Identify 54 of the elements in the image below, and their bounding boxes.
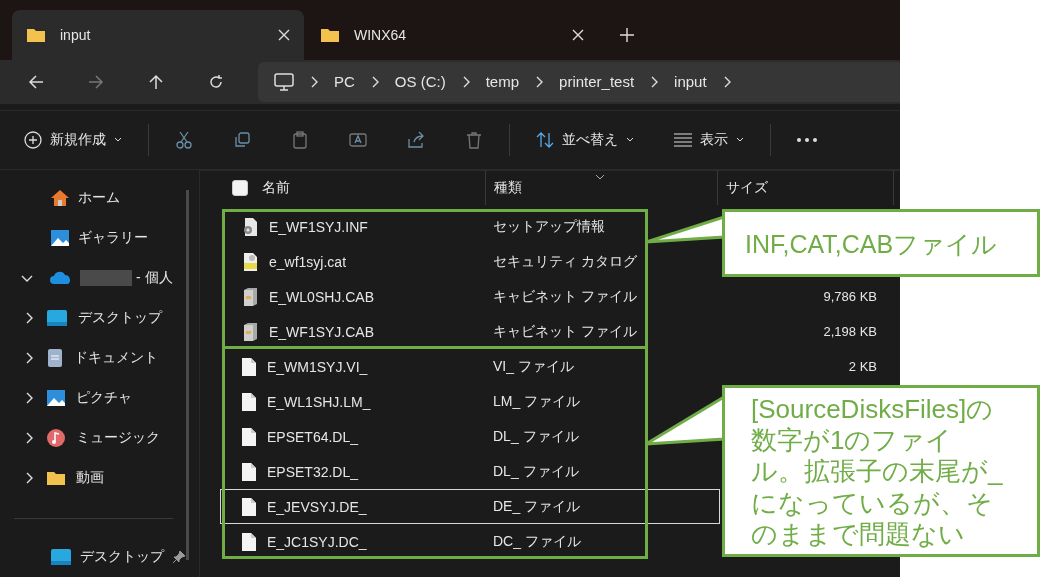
column-header[interactable]: 名前 — [262, 179, 290, 197]
sidebar-item[interactable]: 動画 — [0, 458, 184, 498]
file-type: セットアップ情報 — [493, 217, 605, 234]
file-type: キャビネット ファイル — [493, 287, 637, 304]
sidebar-item[interactable]: ドキュメント — [0, 338, 184, 378]
file-type: キャビネット ファイル — [493, 322, 637, 339]
column-header[interactable]: サイズ — [726, 179, 768, 197]
file-size: 9,786 KB — [823, 289, 877, 304]
file-name: E_WF1SYJ.INF — [269, 218, 368, 235]
sidebar-item[interactable]: デスクトップ — [0, 537, 184, 577]
file-row[interactable]: E_WM1SYJ.VI_ VI_ ファイル 2 KB — [220, 349, 900, 384]
file-name: E_WM1SYJ.VI_ — [267, 358, 368, 375]
file-name: EPSET64.DL_ — [267, 428, 359, 445]
file-name: e_wf1syj.cat — [269, 253, 347, 270]
sidebar-item[interactable]: ギャラリー — [0, 218, 184, 258]
file-type: DL_ ファイル — [493, 427, 579, 444]
file-type: DC_ ファイル — [493, 532, 581, 549]
breadcrumb-item[interactable]: OS (C:) — [394, 73, 446, 91]
file-name: EPSET32.DL_ — [267, 463, 359, 480]
tab[interactable]: input — [12, 9, 304, 60]
file-type: LM_ ファイル — [493, 392, 581, 409]
file-name: E_WL0SHJ.CAB — [269, 288, 375, 305]
breadcrumb-item[interactable]: printer_test — [559, 73, 635, 91]
sidebar-item[interactable]: - 個人 — [0, 258, 184, 298]
file-row[interactable]: E_JC1SYJ.DC_ DC_ ファイル — [220, 524, 720, 559]
file-row[interactable]: EPSET32.DL_ DL_ ファイル — [220, 454, 720, 489]
file-type: DL_ ファイル — [493, 462, 579, 479]
file-row[interactable]: E_WL0SHJ.CAB キャビネット ファイル 9,786 KB — [220, 279, 900, 314]
sort-button[interactable]: 並べ替え — [536, 127, 634, 154]
address-bar[interactable]: PC OS (C:) temp printer_test input — [258, 61, 900, 102]
callout-note: [SourceDisksFiles]の数字が1のファイル。拡張子の末尾が_になっているが、そのままで問題ない — [722, 385, 1040, 557]
column-header[interactable]: 種類 — [494, 179, 522, 197]
file-row[interactable]: E_JEVSYJ.DE_ DE_ ファイル — [220, 489, 720, 524]
file-row[interactable]: e_wf1syj.cat セキュリティ カタログ — [220, 244, 720, 279]
breadcrumb-item[interactable]: temp — [485, 73, 520, 91]
file-name: E_WL1SHJ.LM_ — [267, 393, 371, 410]
file-name: E_JC1SYJ.DC_ — [267, 533, 367, 550]
new-button[interactable]: 新規作成 — [24, 127, 122, 154]
file-size: 2,198 KB — [823, 324, 877, 339]
view-button[interactable]: 表示 — [674, 127, 744, 154]
file-type: VI_ ファイル — [493, 357, 574, 374]
file-name: E_JEVSYJ.DE_ — [267, 498, 367, 515]
file-row[interactable]: E_WF1SYJ.CAB キャビネット ファイル 2,198 KB — [220, 314, 900, 349]
file-name: E_WF1SYJ.CAB — [269, 323, 375, 340]
callout-note: INF,CAT,CABファイル — [722, 209, 1040, 277]
breadcrumb-item[interactable]: PC — [334, 73, 355, 91]
sidebar-item[interactable]: ホーム — [0, 178, 184, 218]
file-size: 2 KB — [848, 359, 877, 374]
sidebar-item[interactable]: ミュージック — [0, 418, 184, 458]
file-type: セキュリティ カタログ — [493, 252, 637, 269]
file-type: DE_ ファイル — [493, 497, 581, 514]
sidebar-item[interactable]: デスクトップ — [0, 298, 184, 338]
breadcrumb-item[interactable]: input — [674, 73, 707, 91]
sidebar-item[interactable]: ピクチャ — [0, 378, 184, 418]
